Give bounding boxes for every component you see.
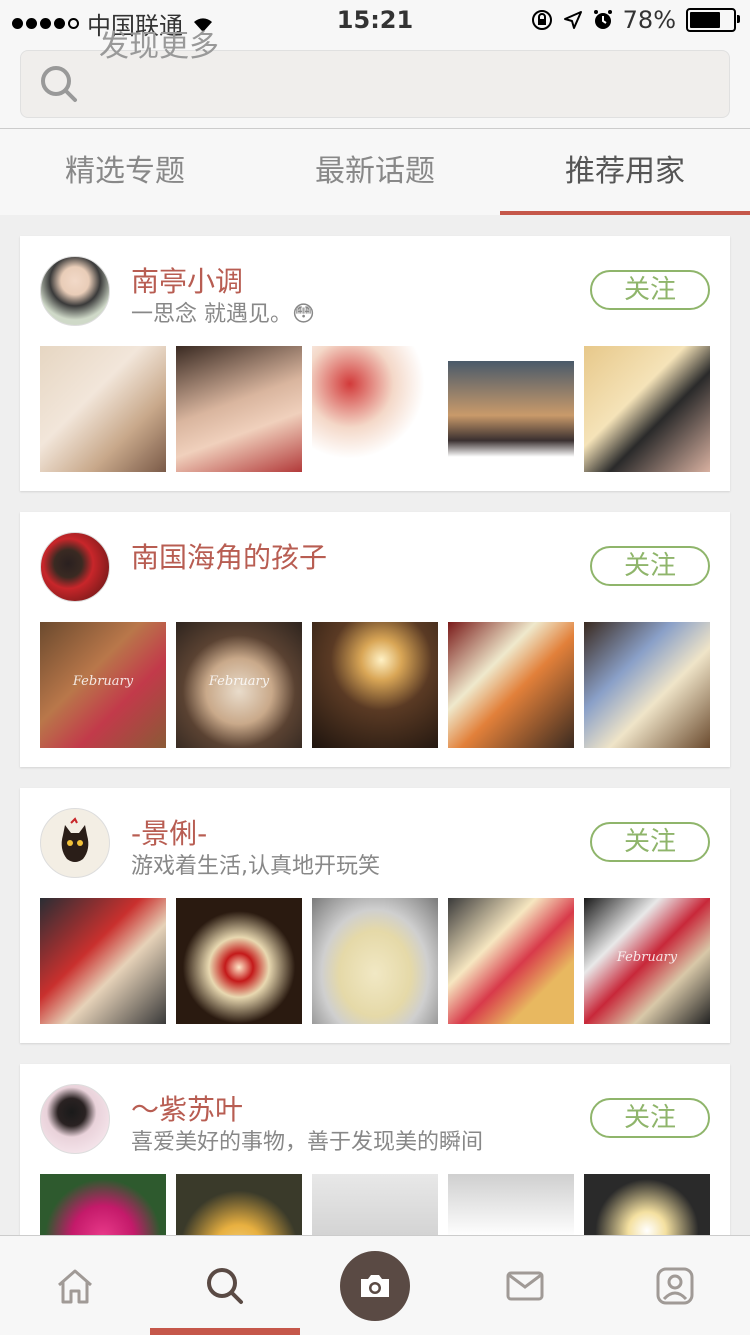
follow-button[interactable]: 关注	[590, 822, 710, 862]
photo-watermark: February	[72, 674, 134, 689]
segment-tabs: 精选专题 最新话题 推荐用家	[0, 129, 750, 215]
photo-thumbnail[interactable]	[176, 346, 302, 472]
photo-thumbnail[interactable]	[312, 898, 438, 1024]
bottom-tab-bar	[0, 1235, 750, 1335]
photo-thumbnail[interactable]: February	[40, 622, 166, 748]
search-bar-area: 发现更多	[0, 29, 750, 129]
user-bio: 喜爱美好的事物，善于发现美的瞬间	[131, 1130, 484, 1155]
home-icon	[58, 1269, 92, 1303]
photo-row	[40, 1174, 710, 1235]
black-cat-icon	[61, 817, 89, 862]
photo-thumbnail[interactable]	[312, 1174, 438, 1235]
tab-latest-topics[interactable]: 最新话题	[250, 129, 500, 215]
photo-thumbnail[interactable]	[40, 1174, 166, 1235]
tab-recommended-users[interactable]: 推荐用家	[500, 129, 750, 215]
photo-row	[40, 346, 710, 472]
photo-watermark: February	[208, 674, 270, 689]
user-bio: 一思念 就遇见。😳	[131, 302, 315, 327]
alarm-icon	[593, 10, 612, 29]
battery-percent: 78%	[622, 6, 676, 34]
location-icon	[563, 11, 582, 29]
photo-thumbnail[interactable]	[312, 622, 438, 748]
follow-button[interactable]: 关注	[590, 270, 710, 310]
user-name[interactable]: ～紫苏叶	[131, 1088, 243, 1128]
photo-thumbnail[interactable]	[448, 622, 574, 748]
photo-row: February	[40, 898, 710, 1024]
user-card: 南亭小调 一思念 就遇见。😳 关注	[20, 236, 730, 491]
rotation-lock-icon	[531, 10, 552, 30]
photo-thumbnail[interactable]	[40, 346, 166, 472]
avatar[interactable]	[40, 256, 110, 326]
tab-messages[interactable]	[450, 1236, 600, 1335]
avatar[interactable]	[40, 808, 110, 878]
photo-thumbnail[interactable]	[448, 346, 574, 472]
avatar[interactable]	[40, 1084, 110, 1154]
search-icon	[41, 66, 77, 102]
user-card: ～紫苏叶 喜爱美好的事物，善于发现美的瞬间 关注	[20, 1064, 730, 1235]
photo-thumbnail[interactable]: February	[584, 898, 710, 1024]
photo-thumbnail[interactable]	[176, 898, 302, 1024]
photo-thumbnail[interactable]	[584, 1174, 710, 1235]
photo-thumbnail[interactable]	[448, 898, 574, 1024]
user-feed[interactable]: 南亭小调 一思念 就遇见。😳 关注 南国海角的孩子 关注 February Fe…	[0, 215, 750, 1235]
search-input[interactable]: 发现更多	[20, 29, 730, 118]
user-name[interactable]: -景俐-	[131, 812, 207, 852]
tab-discover[interactable]	[150, 1236, 300, 1335]
photo-thumbnail[interactable]	[312, 346, 438, 472]
camera-button[interactable]	[340, 1250, 410, 1321]
photo-thumbnail[interactable]	[584, 346, 710, 472]
user-card: 南国海角的孩子 关注 February February	[20, 512, 730, 767]
photo-thumbnail[interactable]	[176, 1174, 302, 1235]
tab-profile[interactable]	[600, 1236, 750, 1335]
tab-featured-topics[interactable]: 精选专题	[0, 129, 250, 215]
photo-thumbnail[interactable]	[448, 1174, 574, 1235]
photo-thumbnail[interactable]	[584, 622, 710, 748]
avatar[interactable]	[40, 532, 110, 602]
battery-icon	[686, 8, 740, 32]
photo-thumbnail[interactable]: February	[176, 622, 302, 748]
follow-button[interactable]: 关注	[590, 1098, 710, 1138]
user-name[interactable]: 南国海角的孩子	[131, 536, 327, 576]
photo-thumbnail[interactable]	[40, 898, 166, 1024]
profile-icon	[656, 1267, 694, 1304]
user-bio: 游戏着生活,认真地开玩笑	[131, 854, 380, 879]
camera-icon	[361, 1274, 389, 1297]
follow-button[interactable]: 关注	[590, 546, 710, 586]
user-name[interactable]: 南亭小调	[131, 260, 243, 300]
photo-row: February February	[40, 622, 710, 748]
tab-camera[interactable]	[300, 1236, 450, 1335]
tab-home[interactable]	[0, 1236, 150, 1335]
search-icon	[207, 1267, 243, 1304]
photo-watermark: February	[616, 950, 678, 965]
user-card: -景俐- 游戏着生活,认真地开玩笑 关注 February	[20, 788, 730, 1043]
mail-icon	[506, 1271, 544, 1300]
